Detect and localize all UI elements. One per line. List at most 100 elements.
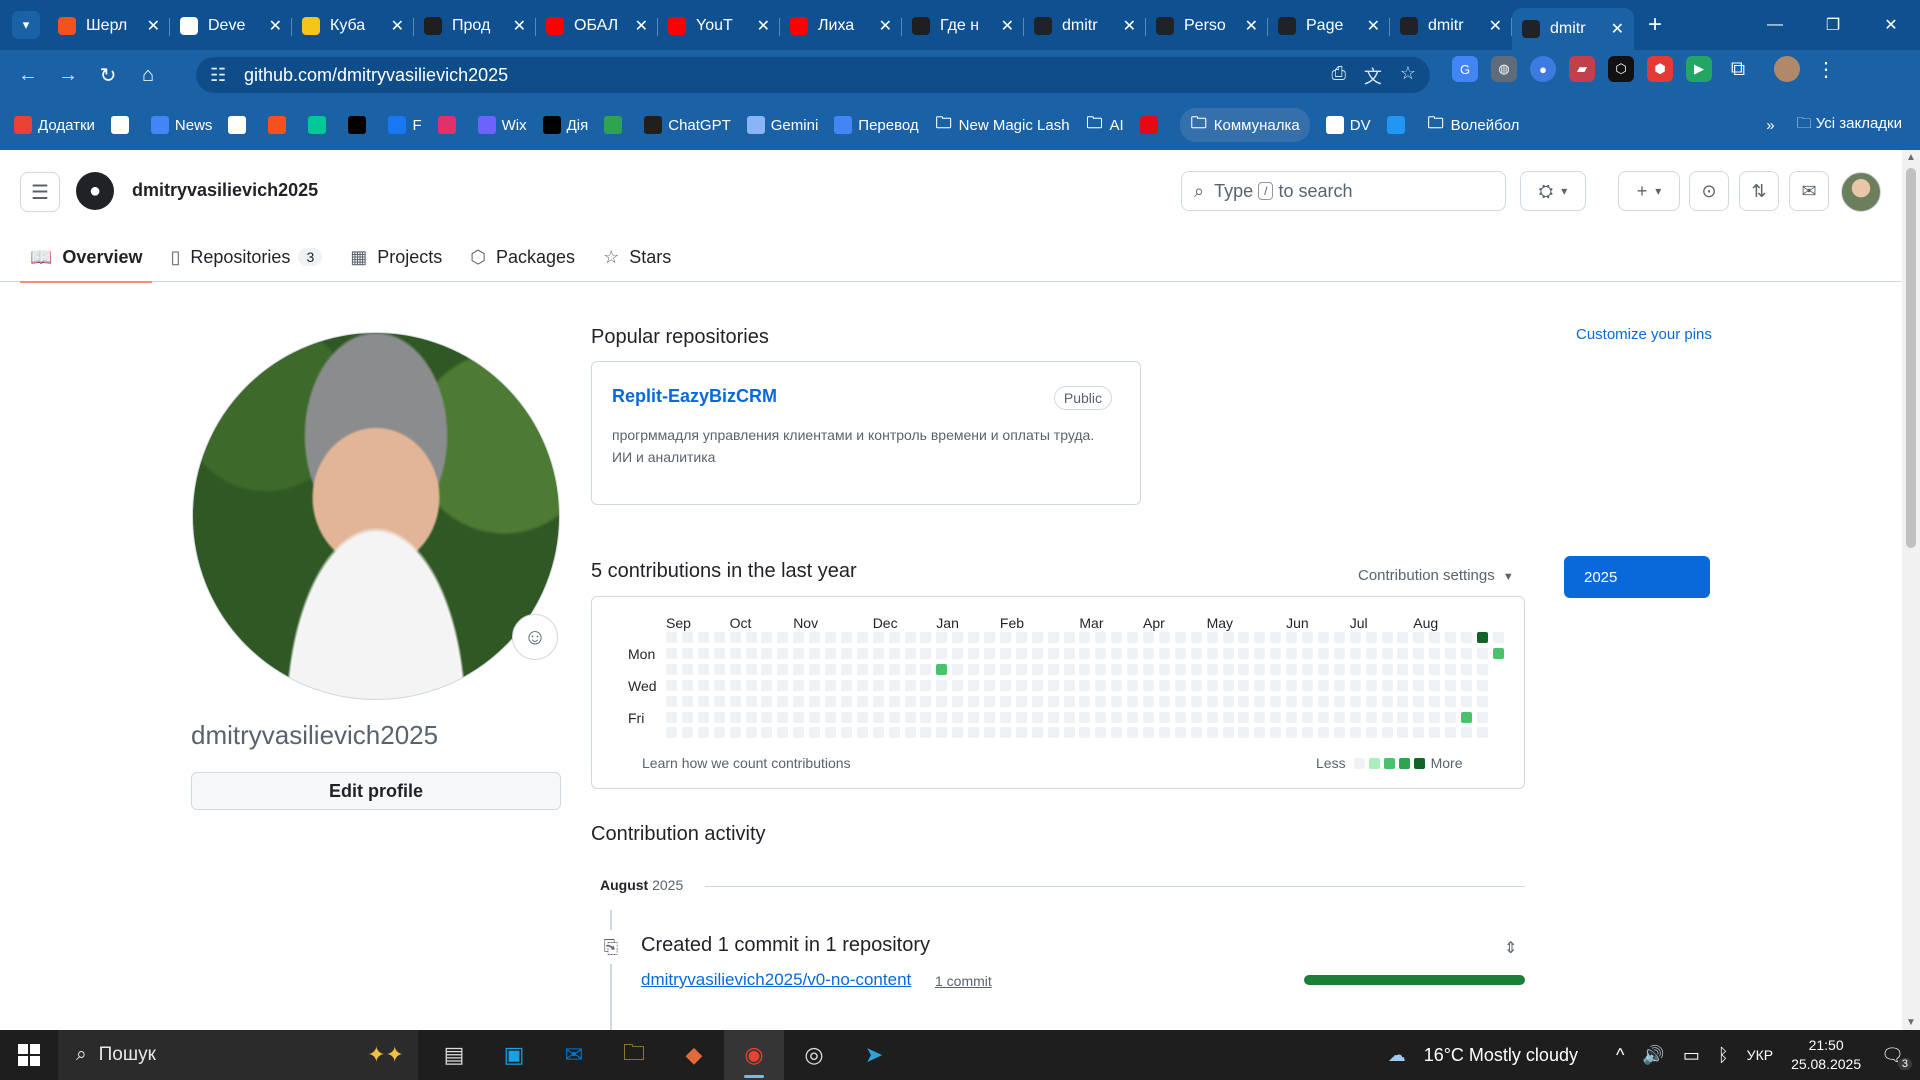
contribution-cell[interactable] bbox=[713, 679, 725, 691]
contribution-cell[interactable] bbox=[745, 711, 757, 723]
contribution-cell[interactable] bbox=[777, 647, 789, 659]
contribution-cell[interactable] bbox=[1349, 679, 1361, 691]
browser-tab[interactable]: dmitr ✕ bbox=[1512, 8, 1634, 50]
contribution-cell[interactable] bbox=[856, 727, 868, 739]
contribution-cell[interactable] bbox=[1222, 679, 1234, 691]
contribution-cell[interactable] bbox=[1413, 727, 1425, 739]
contribution-cell[interactable] bbox=[1429, 647, 1441, 659]
contribution-cell[interactable] bbox=[920, 663, 932, 675]
contribution-cell[interactable] bbox=[1174, 679, 1186, 691]
file-explorer-icon[interactable]: 🗀 bbox=[604, 1030, 664, 1080]
contribution-cell[interactable] bbox=[840, 695, 852, 707]
contribution-cell[interactable] bbox=[761, 647, 773, 659]
contribution-cell[interactable] bbox=[1254, 663, 1266, 675]
contribution-cell[interactable] bbox=[809, 695, 821, 707]
contribution-cell[interactable] bbox=[968, 647, 980, 659]
cube-extension-icon[interactable]: ⬡ bbox=[1608, 56, 1634, 82]
search-input[interactable]: ⌕ Type / to search bbox=[1181, 171, 1506, 211]
contribution-cell[interactable] bbox=[761, 711, 773, 723]
copilot-button[interactable]: ⛭ ▾ bbox=[1520, 171, 1586, 211]
back-arrow-icon[interactable]: ← bbox=[8, 57, 48, 93]
contribution-cell[interactable] bbox=[984, 727, 995, 739]
contribution-cell[interactable] bbox=[1222, 711, 1234, 723]
contribution-cell[interactable] bbox=[1413, 679, 1425, 691]
bookmark-item[interactable] bbox=[308, 108, 332, 142]
contribution-cell[interactable] bbox=[952, 695, 964, 707]
contribution-cell[interactable] bbox=[920, 695, 932, 707]
contribution-cell[interactable] bbox=[793, 647, 805, 659]
contribution-cell[interactable] bbox=[999, 663, 1011, 675]
contribution-cell[interactable] bbox=[825, 711, 836, 723]
contribution-cell[interactable] bbox=[856, 632, 868, 643]
contribution-cell[interactable] bbox=[1079, 632, 1091, 643]
contribution-cell[interactable] bbox=[1461, 663, 1472, 675]
contribution-cell[interactable] bbox=[1111, 647, 1123, 659]
contribution-cell[interactable] bbox=[984, 632, 995, 643]
contribution-cell[interactable] bbox=[713, 663, 725, 675]
browser-tab[interactable]: Page ✕ bbox=[1268, 8, 1390, 44]
contribution-cell[interactable] bbox=[872, 663, 884, 675]
contribution-cell[interactable] bbox=[1429, 632, 1441, 643]
notifications-icon[interactable]: 🗨 3 bbox=[1881, 1045, 1912, 1070]
contribution-cell[interactable] bbox=[1222, 727, 1234, 739]
contribution-cell[interactable] bbox=[1143, 679, 1154, 691]
globe-icon[interactable]: ◍ bbox=[1491, 56, 1517, 82]
contribution-cell[interactable] bbox=[1429, 679, 1441, 691]
contribution-cell[interactable] bbox=[1031, 632, 1043, 643]
contribution-cell[interactable] bbox=[1015, 679, 1027, 691]
fold-icon[interactable]: ⇕ bbox=[1504, 938, 1517, 958]
contribution-cell[interactable] bbox=[1461, 695, 1472, 707]
contribution-cell[interactable] bbox=[793, 663, 805, 675]
browser-tab[interactable]: Куба ✕ bbox=[292, 8, 414, 44]
tab-overview[interactable]: 📖 Overview bbox=[20, 232, 153, 283]
contribution-cell[interactable] bbox=[681, 663, 693, 675]
contribution-cell[interactable] bbox=[1476, 711, 1488, 723]
bookmark-item[interactable] bbox=[437, 108, 462, 142]
contribution-cell[interactable] bbox=[1317, 647, 1329, 659]
contribution-cell[interactable] bbox=[952, 647, 964, 659]
contribution-cell[interactable] bbox=[936, 647, 948, 659]
contribution-cell[interactable] bbox=[793, 632, 805, 643]
contribution-cell[interactable] bbox=[825, 727, 836, 739]
contribution-cell[interactable] bbox=[999, 727, 1011, 739]
contribution-cell[interactable] bbox=[1127, 663, 1139, 675]
contribution-cell[interactable] bbox=[1413, 663, 1425, 675]
page-scrollbar[interactable]: ▲ ▼ bbox=[1902, 150, 1920, 1030]
menu-hamburger-icon[interactable]: ☰ bbox=[20, 172, 60, 212]
contribution-cell[interactable] bbox=[1238, 663, 1250, 675]
contribution-cell[interactable] bbox=[1127, 647, 1139, 659]
contribution-cell[interactable] bbox=[825, 647, 836, 659]
contribution-cell[interactable] bbox=[1158, 695, 1170, 707]
issues-button[interactable]: ⊙ bbox=[1689, 171, 1729, 211]
contribution-cell[interactable] bbox=[968, 727, 980, 739]
contribution-cell[interactable] bbox=[1397, 679, 1409, 691]
contribution-cell[interactable] bbox=[1222, 647, 1234, 659]
contribution-cell[interactable] bbox=[1270, 695, 1282, 707]
contribution-cell[interactable] bbox=[745, 663, 757, 675]
contribution-cell[interactable] bbox=[1095, 711, 1107, 723]
contribution-cell[interactable] bbox=[777, 663, 789, 675]
contribution-cell[interactable] bbox=[1158, 663, 1170, 675]
contribution-cell[interactable] bbox=[952, 663, 964, 675]
contribution-cell[interactable] bbox=[697, 632, 709, 643]
contribution-cell[interactable] bbox=[1413, 647, 1425, 659]
contribution-cell[interactable] bbox=[1158, 632, 1170, 643]
contribution-cell[interactable] bbox=[1095, 727, 1107, 739]
contribution-cell[interactable] bbox=[984, 695, 995, 707]
close-tab-icon[interactable]: ✕ bbox=[757, 16, 770, 36]
contribution-cell[interactable] bbox=[1174, 727, 1186, 739]
year-2025-button[interactable]: 2025 bbox=[1564, 556, 1710, 598]
contribution-cell[interactable] bbox=[1047, 632, 1059, 643]
contribution-cell[interactable] bbox=[888, 632, 900, 643]
contribution-cell[interactable] bbox=[1317, 632, 1329, 643]
contribution-cell[interactable] bbox=[1397, 663, 1409, 675]
contribution-cell[interactable] bbox=[1127, 679, 1139, 691]
contribution-cell[interactable] bbox=[904, 727, 916, 739]
contribution-cell[interactable] bbox=[1063, 647, 1075, 659]
bookmark-item[interactable]: Додатки bbox=[14, 108, 95, 142]
contribution-cell[interactable] bbox=[1381, 711, 1393, 723]
contribution-cell[interactable] bbox=[1317, 711, 1329, 723]
contribution-cell[interactable] bbox=[904, 663, 916, 675]
contribution-cell[interactable] bbox=[872, 632, 884, 643]
contribution-cell[interactable] bbox=[1015, 695, 1027, 707]
